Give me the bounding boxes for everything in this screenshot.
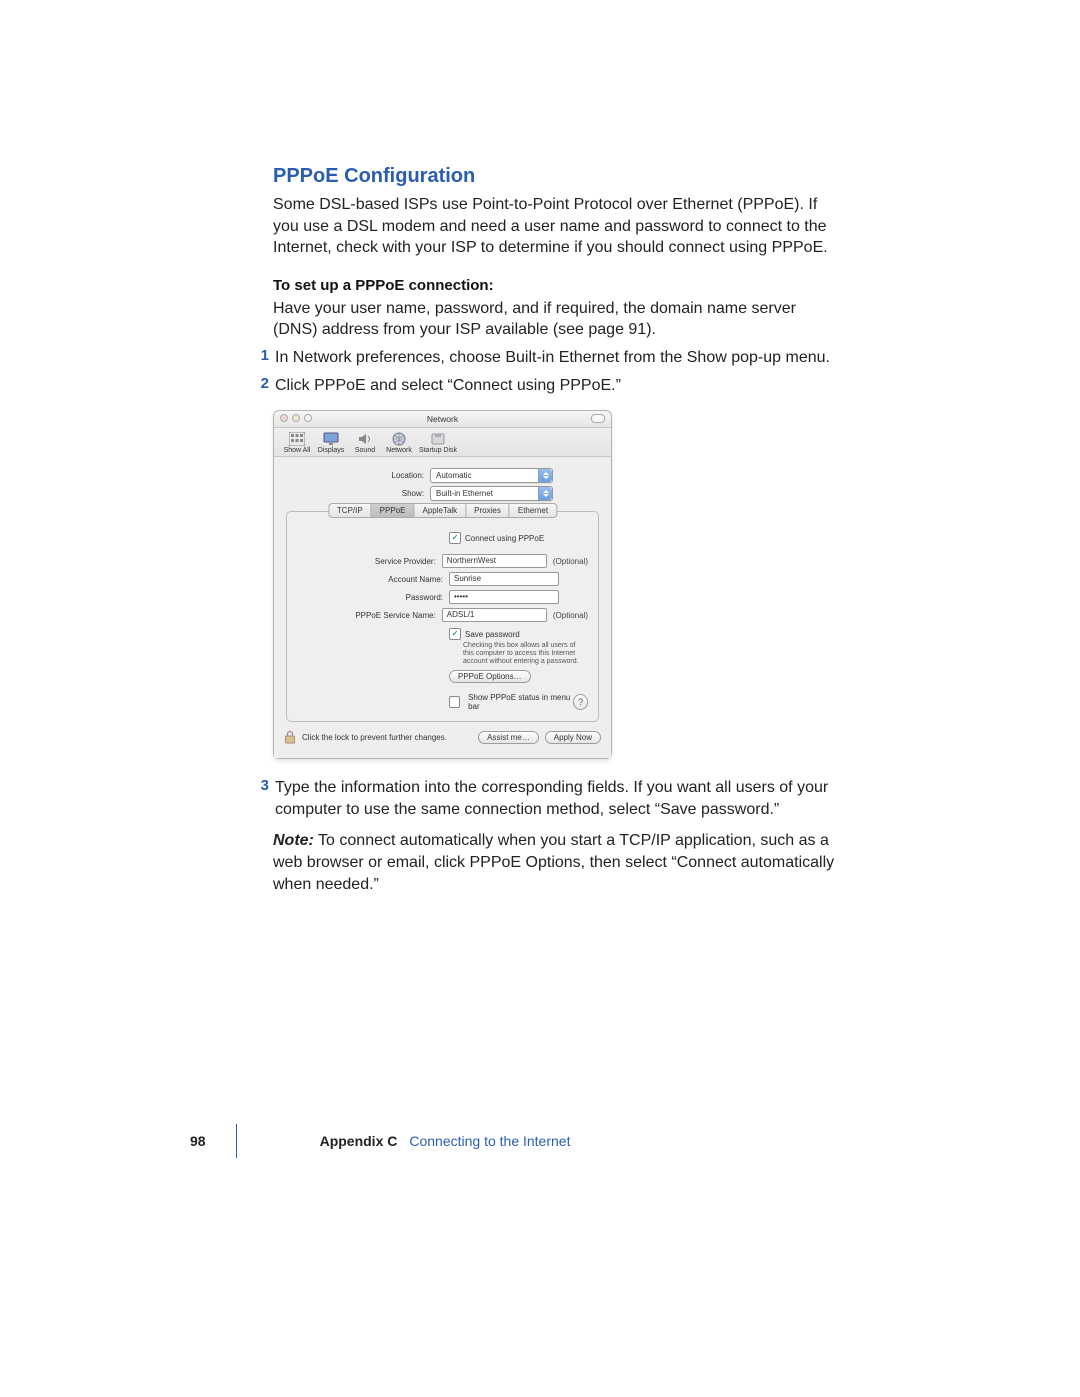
- show-status-label: Show PPPoE status in menu bar: [468, 693, 573, 711]
- prefs-toolbar: Show All Displays Sound: [274, 428, 611, 457]
- step-2: 2 Click PPPoE and select “Connect using …: [251, 375, 835, 397]
- pppoe-service-label: PPPoE Service Name:: [297, 611, 442, 620]
- step-text: In Network preferences, choose Built-in …: [275, 347, 835, 369]
- lock-text: Click the lock to prevent further change…: [302, 733, 447, 742]
- grid-icon: [288, 432, 306, 446]
- pppoe-service-field[interactable]: ADSL/1: [442, 608, 547, 622]
- step-number: 3: [251, 777, 269, 794]
- toolbar-label: Network: [386, 447, 412, 454]
- globe-icon: [390, 432, 408, 446]
- tab-appletalk[interactable]: AppleTalk: [413, 503, 465, 518]
- chevron-updown-icon: [538, 487, 552, 500]
- lock-icon[interactable]: [284, 730, 296, 744]
- step-1: 1 In Network preferences, choose Built-i…: [251, 347, 835, 369]
- connect-pppoe-checkbox[interactable]: [449, 532, 461, 544]
- optional-note: (Optional): [553, 611, 588, 620]
- connect-pppoe-label: Connect using PPPoE: [465, 534, 544, 543]
- save-password-label: Save password: [465, 630, 520, 639]
- show-value: Built-in Ethernet: [436, 489, 493, 498]
- show-label: Show:: [274, 489, 430, 498]
- toolbar-showall[interactable]: Show All: [280, 432, 314, 454]
- toolbar-network[interactable]: Network: [382, 432, 416, 454]
- window-title: Network: [427, 414, 458, 424]
- disk-icon: [429, 432, 447, 446]
- help-button[interactable]: ?: [573, 694, 588, 710]
- appendix-label: Appendix C: [320, 1133, 398, 1149]
- chevron-updown-icon: [538, 469, 552, 482]
- assist-me-button[interactable]: Assist me…: [478, 731, 539, 744]
- password-label: Password:: [297, 593, 449, 602]
- location-label: Location:: [274, 471, 430, 480]
- save-password-checkbox[interactable]: [449, 628, 461, 640]
- account-name-field[interactable]: Sunrise: [449, 572, 559, 586]
- network-tabs: TCP/IP PPPoE AppleTalk Proxies Ethernet: [328, 503, 557, 518]
- pppoe-options-button[interactable]: PPPoE Options…: [449, 670, 531, 683]
- minimize-icon[interactable]: [292, 414, 300, 422]
- step-3: 3 Type the information into the correspo…: [251, 777, 835, 820]
- intro-paragraph: Some DSL-based ISPs use Point-to-Point P…: [273, 194, 835, 259]
- toolbar-toggle-icon[interactable]: [591, 414, 605, 423]
- display-icon: [322, 432, 340, 446]
- note-paragraph: Note: To connect automatically when you …: [273, 830, 835, 895]
- section-title: PPPoE Configuration: [273, 165, 835, 188]
- close-icon[interactable]: [280, 414, 288, 422]
- show-popup[interactable]: Built-in Ethernet: [430, 486, 553, 501]
- tab-proxies[interactable]: Proxies: [465, 503, 509, 518]
- window-titlebar: Network: [274, 411, 611, 428]
- page-footer: 98 Appendix C Connecting to the Internet: [190, 1133, 840, 1149]
- step-number: 1: [251, 347, 269, 364]
- service-provider-label: Service Provider:: [297, 557, 442, 566]
- step-text: Type the information into the correspond…: [275, 777, 835, 820]
- tab-tcpip[interactable]: TCP/IP: [328, 503, 371, 518]
- note-label: Note:: [273, 832, 314, 849]
- toolbar-sound[interactable]: Sound: [348, 432, 382, 454]
- account-name-label: Account Name:: [297, 575, 449, 584]
- service-provider-field[interactable]: NorthernWest: [442, 554, 547, 568]
- toolbar-label: Show All: [284, 447, 311, 454]
- appendix-title: Connecting to the Internet: [409, 1133, 570, 1149]
- password-field[interactable]: •••••: [449, 590, 559, 604]
- tab-ethernet[interactable]: Ethernet: [509, 503, 557, 518]
- subhead: To set up a PPPoE connection:: [273, 277, 835, 294]
- toolbar-startup-disk[interactable]: Startup Disk: [416, 432, 460, 454]
- prep-paragraph: Have your user name, password, and if re…: [273, 298, 835, 341]
- optional-note: (Optional): [553, 557, 588, 566]
- toolbar-label: Displays: [318, 447, 344, 454]
- show-status-checkbox[interactable]: [449, 696, 460, 708]
- toolbar-displays[interactable]: Displays: [314, 432, 348, 454]
- zoom-icon[interactable]: [304, 414, 312, 422]
- tab-pppoe[interactable]: PPPoE: [371, 503, 414, 518]
- apply-now-button[interactable]: Apply Now: [545, 731, 601, 744]
- step-number: 2: [251, 375, 269, 392]
- location-popup[interactable]: Automatic: [430, 468, 553, 483]
- speaker-icon: [356, 432, 374, 446]
- save-password-hint: Checking this box allows all users of th…: [463, 642, 588, 666]
- location-value: Automatic: [436, 471, 472, 480]
- network-prefs-screenshot: Network Show All Displays: [273, 410, 612, 759]
- note-text: To connect automatically when you start …: [273, 832, 834, 892]
- step-text: Click PPPoE and select “Connect using PP…: [275, 375, 835, 397]
- page-number: 98: [190, 1133, 206, 1149]
- toolbar-label: Sound: [355, 447, 375, 454]
- toolbar-label: Startup Disk: [419, 447, 457, 454]
